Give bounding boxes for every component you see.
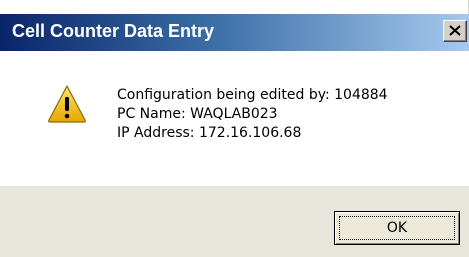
dialog-window: Cell Counter Data Entry Configuration be… bbox=[0, 0, 469, 257]
close-icon bbox=[449, 25, 461, 36]
message-line-editor: Configuration being edited by: 104884 bbox=[117, 87, 388, 103]
ok-button[interactable]: OK bbox=[334, 211, 460, 245]
close-button[interactable] bbox=[443, 20, 467, 42]
title-bar[interactable]: Cell Counter Data Entry bbox=[0, 14, 469, 51]
ok-button-label: OK bbox=[386, 220, 408, 236]
message-line-ip-address: IP Address: 172.16.106.68 bbox=[117, 125, 302, 141]
window-title: Cell Counter Data Entry bbox=[12, 21, 215, 41]
warning-icon bbox=[48, 85, 86, 123]
message-text: Configuration being edited by: 104884 PC… bbox=[117, 86, 388, 143]
message-line-pc-name: PC Name: WAQLAB023 bbox=[117, 106, 278, 122]
button-area: OK bbox=[0, 186, 469, 257]
dialog-content: Configuration being edited by: 104884 PC… bbox=[0, 51, 469, 186]
